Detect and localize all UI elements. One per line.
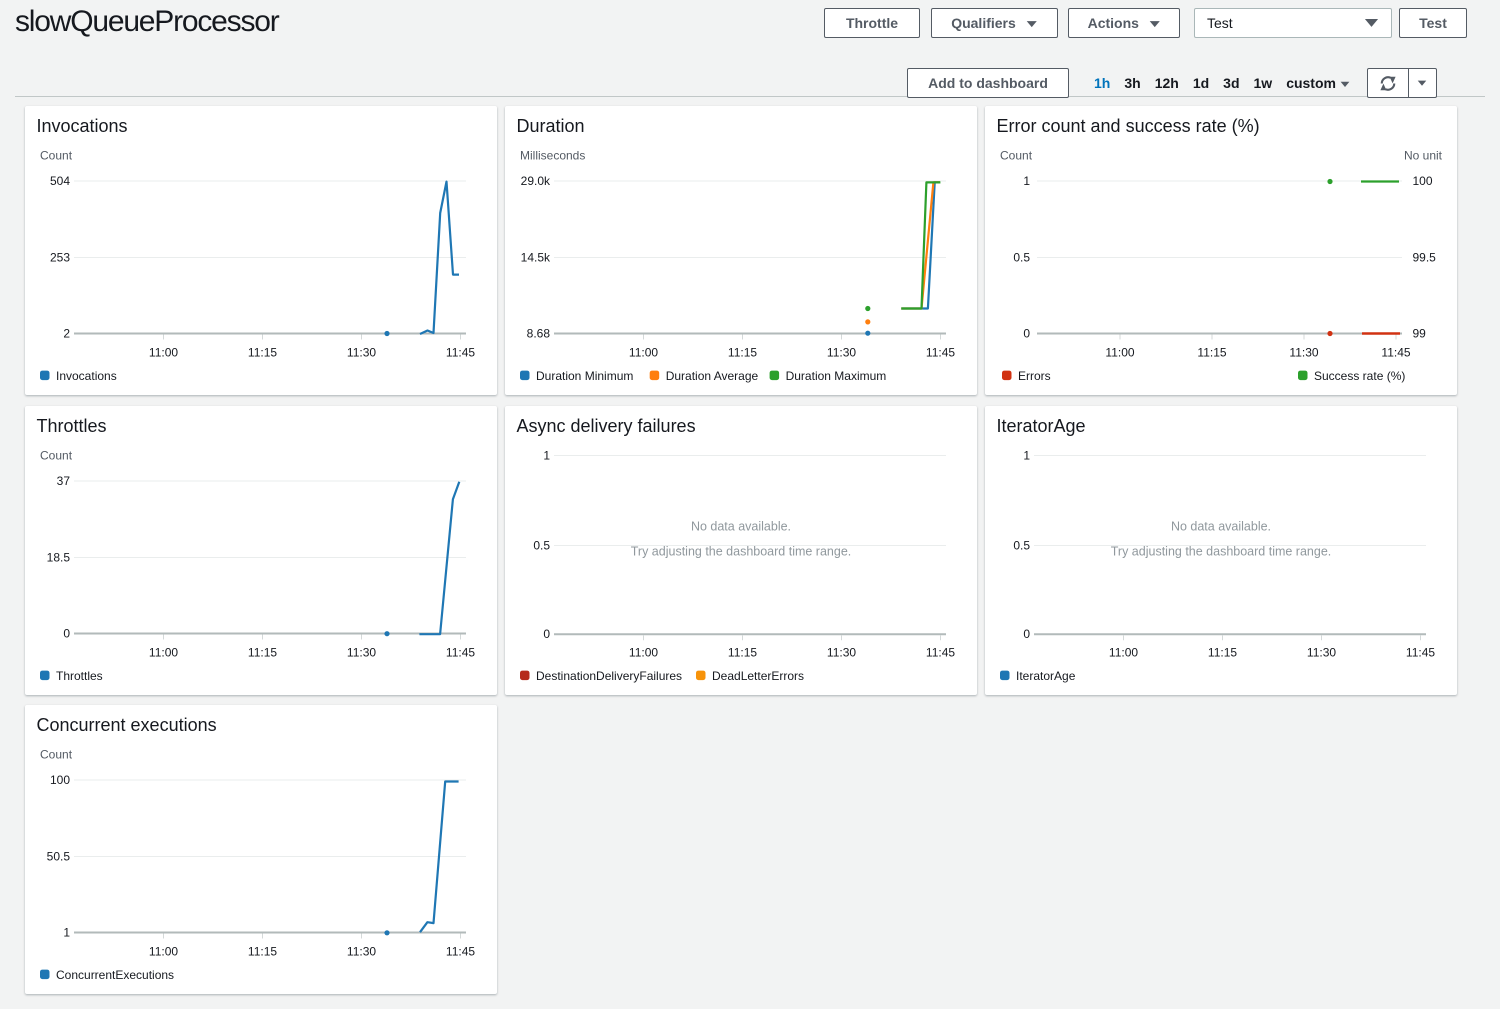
svg-text:0.5: 0.5: [1013, 251, 1030, 265]
svg-text:Concurrent executions: Concurrent executions: [37, 715, 217, 735]
svg-text:0: 0: [1023, 627, 1030, 641]
svg-text:0: 0: [63, 626, 70, 640]
svg-text:11:30: 11:30: [347, 645, 376, 659]
svg-text:0: 0: [543, 627, 550, 641]
svg-text:1: 1: [543, 448, 550, 462]
svg-text:100: 100: [50, 773, 70, 787]
svg-text:11:15: 11:15: [728, 645, 757, 659]
svg-text:Milliseconds: Milliseconds: [520, 149, 585, 163]
svg-text:Count: Count: [40, 448, 73, 462]
svg-text:11:00: 11:00: [149, 945, 178, 959]
svg-text:37: 37: [57, 474, 71, 488]
svg-text:1: 1: [1023, 174, 1030, 188]
svg-text:11:45: 11:45: [926, 346, 955, 360]
svg-text:18.5: 18.5: [47, 550, 71, 564]
svg-text:11:30: 11:30: [1289, 346, 1318, 360]
svg-text:Invocations: Invocations: [56, 369, 117, 383]
svg-text:253: 253: [50, 251, 70, 265]
svg-text:11:00: 11:00: [1109, 645, 1138, 659]
svg-text:Throttles: Throttles: [56, 668, 103, 682]
svg-text:14.5k: 14.5k: [521, 251, 551, 265]
svg-text:DeadLetterErrors: DeadLetterErrors: [712, 668, 804, 682]
svg-text:99.5: 99.5: [1413, 251, 1437, 265]
svg-text:11:30: 11:30: [347, 945, 376, 959]
svg-text:Count: Count: [1000, 149, 1033, 163]
svg-text:100: 100: [1413, 174, 1433, 188]
svg-text:1: 1: [1023, 448, 1030, 462]
svg-text:Try adjusting the dashboard ti: Try adjusting the dashboard time range.: [1111, 544, 1332, 558]
svg-text:11:15: 11:15: [248, 945, 277, 959]
svg-text:11:45: 11:45: [446, 945, 475, 959]
svg-text:Duration Minimum: Duration Minimum: [536, 369, 633, 383]
svg-text:11:15: 11:15: [728, 346, 757, 360]
svg-text:11:45: 11:45: [446, 346, 475, 360]
svg-text:DestinationDeliveryFailures: DestinationDeliveryFailures: [536, 668, 682, 682]
svg-text:Count: Count: [40, 748, 73, 762]
svg-text:99: 99: [1413, 327, 1427, 341]
svg-text:0: 0: [1023, 327, 1030, 341]
svg-text:Errors: Errors: [1018, 369, 1051, 383]
svg-text:11:15: 11:15: [248, 645, 277, 659]
svg-text:1: 1: [63, 926, 70, 940]
svg-text:11:45: 11:45: [1381, 346, 1410, 360]
svg-text:11:15: 11:15: [1197, 346, 1226, 360]
svg-text:11:00: 11:00: [1105, 346, 1134, 360]
svg-text:50.5: 50.5: [47, 850, 71, 864]
svg-text:Invocations: Invocations: [37, 116, 128, 136]
svg-text:Throttles: Throttles: [37, 416, 107, 436]
svg-text:11:30: 11:30: [1307, 645, 1336, 659]
svg-text:Duration Average: Duration Average: [666, 369, 759, 383]
svg-text:11:00: 11:00: [149, 346, 178, 360]
svg-text:11:45: 11:45: [926, 645, 955, 659]
svg-text:8.68: 8.68: [527, 327, 551, 341]
svg-text:0.5: 0.5: [533, 538, 550, 552]
svg-text:11:30: 11:30: [827, 645, 856, 659]
svg-text:IteratorAge: IteratorAge: [997, 416, 1086, 436]
svg-text:No data available.: No data available.: [691, 519, 791, 533]
svg-text:2: 2: [63, 327, 70, 341]
svg-text:11:30: 11:30: [827, 346, 856, 360]
svg-text:Async delivery failures: Async delivery failures: [517, 416, 696, 436]
svg-text:11:00: 11:00: [629, 346, 658, 360]
svg-text:11:15: 11:15: [1208, 645, 1237, 659]
svg-text:11:45: 11:45: [446, 645, 475, 659]
svg-text:Error count and success rate (: Error count and success rate (%): [997, 116, 1260, 136]
svg-text:ConcurrentExecutions: ConcurrentExecutions: [56, 968, 174, 982]
svg-text:11:00: 11:00: [629, 645, 658, 659]
svg-text:0.5: 0.5: [1013, 538, 1030, 552]
svg-text:11:30: 11:30: [347, 346, 376, 360]
svg-text:No data available.: No data available.: [1171, 519, 1271, 533]
svg-text:29.0k: 29.0k: [521, 174, 551, 188]
svg-text:No unit: No unit: [1404, 149, 1443, 163]
svg-text:504: 504: [50, 174, 70, 188]
svg-text:Duration: Duration: [517, 116, 585, 136]
svg-text:11:00: 11:00: [149, 645, 178, 659]
svg-text:Success rate (%): Success rate (%): [1314, 369, 1405, 383]
svg-text:Count: Count: [40, 149, 73, 163]
svg-text:Duration Maximum: Duration Maximum: [786, 369, 887, 383]
svg-text:Try adjusting the dashboard ti: Try adjusting the dashboard time range.: [631, 544, 852, 558]
svg-text:IteratorAge: IteratorAge: [1016, 668, 1076, 682]
svg-text:11:15: 11:15: [248, 346, 277, 360]
svg-text:11:45: 11:45: [1406, 645, 1435, 659]
